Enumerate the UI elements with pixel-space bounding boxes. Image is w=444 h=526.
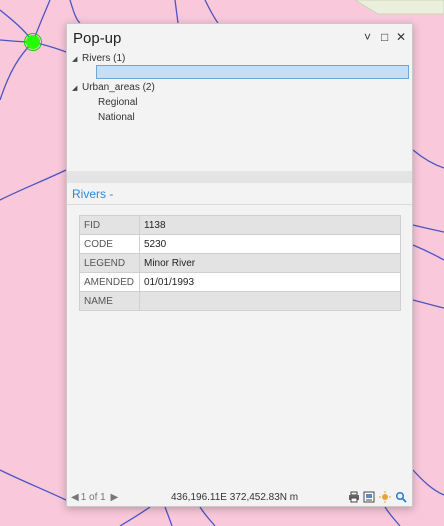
table-row: NAME <box>79 291 401 311</box>
field-value <box>139 291 401 311</box>
coordinate-readout: 436,196.11E 372,452.83N m <box>171 492 299 503</box>
field-value: 1138 <box>139 215 401 235</box>
tree-group-urban-areas[interactable]: ◢ Urban_areas (2) <box>72 81 155 95</box>
flash-icon[interactable] <box>379 491 392 503</box>
field-name: AMENDED <box>79 272 140 292</box>
popup-footer: ◀ 1 of 1 ▶ 436,196.11E 372,452.83N m <box>67 489 412 506</box>
field-name: CODE <box>79 234 140 254</box>
popup-title: Pop-up <box>73 30 122 47</box>
chevron-down-icon[interactable]: ˅ <box>364 30 371 44</box>
attribute-table: FID 1138 CODE 5230 LEGEND Minor River AM… <box>79 215 401 311</box>
maximize-icon[interactable]: □ <box>381 30 388 44</box>
field-value: 5230 <box>139 234 401 254</box>
close-icon[interactable]: ✕ <box>396 30 406 44</box>
selected-feature-marker <box>26 35 40 49</box>
previous-icon[interactable]: ◀ <box>71 492 79 503</box>
record-navigator: ◀ 1 of 1 ▶ <box>71 489 120 506</box>
field-name: FID <box>79 215 140 235</box>
field-name: NAME <box>79 291 140 311</box>
details-header[interactable]: Rivers - <box>72 187 113 201</box>
tree-group-label: Urban_areas (2) <box>82 82 155 93</box>
footer-toolbar <box>347 491 407 504</box>
field-value: 01/01/1993 <box>139 272 401 292</box>
popup-window: Pop-up ˅ □ ✕ ◢ Rivers (1) ◢ Urban_areas (2… <box>66 23 413 507</box>
table-row: FID 1138 <box>79 215 401 235</box>
tree-group-rivers[interactable]: ◢ Rivers (1) <box>72 52 125 66</box>
collapse-caret-icon[interactable]: ◢ <box>72 82 82 96</box>
divider <box>67 204 412 205</box>
field-value: Minor River <box>139 253 401 273</box>
tree-group-label: Rivers (1) <box>82 53 126 64</box>
table-row: AMENDED 01/01/1993 <box>79 272 401 292</box>
field-name: LEGEND <box>79 253 140 273</box>
export-icon[interactable] <box>363 491 375 503</box>
zoom-to-icon[interactable] <box>395 491 407 503</box>
tree-item-national[interactable]: National <box>98 111 135 125</box>
table-row: CODE 5230 <box>79 234 401 254</box>
collapse-caret-icon[interactable]: ◢ <box>72 53 82 67</box>
tree-item-selected-river[interactable] <box>96 65 409 79</box>
tree-item-regional[interactable]: Regional <box>98 96 137 110</box>
table-row: LEGEND Minor River <box>79 253 401 273</box>
panel-divider[interactable] <box>67 171 412 183</box>
print-icon[interactable] <box>348 491 360 503</box>
page-indicator: 1 of 1 <box>80 492 106 503</box>
next-icon[interactable]: ▶ <box>111 492 119 503</box>
